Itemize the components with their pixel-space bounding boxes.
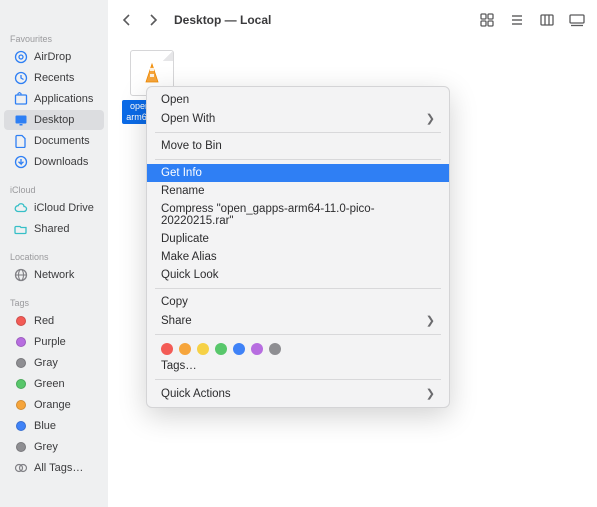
sidebar-item-label: Blue [34, 420, 56, 432]
tag-dot-icon [14, 314, 28, 328]
ctx-rename[interactable]: Rename [147, 182, 449, 200]
sidebar-item-label: Grey [34, 441, 58, 453]
tag-color-button[interactable] [251, 343, 263, 355]
sidebar-item-desktop[interactable]: Desktop [4, 110, 104, 130]
sidebar-item-label: Purple [34, 336, 66, 348]
separator [155, 159, 441, 160]
separator [155, 288, 441, 289]
ctx-copy[interactable]: Copy [147, 293, 449, 311]
ctx-quick-look[interactable]: Quick Look [147, 266, 449, 284]
tag-dot-icon [14, 335, 28, 349]
sidebar-item-purple[interactable]: Purple [4, 332, 104, 352]
ctx-quick-actions[interactable]: Quick Actions❯ [147, 384, 449, 403]
app-root: Favourites AirDrop Recents Applications Desk… [0, 0, 597, 507]
sidebar-item-icloud-drive[interactable]: iCloud Drive [4, 198, 104, 218]
sidebar-heading: Tags [0, 294, 108, 310]
sidebar-heading: Locations [0, 248, 108, 264]
sidebar-item-red[interactable]: Red [4, 311, 104, 331]
sidebar-item-airdrop[interactable]: AirDrop [4, 47, 104, 67]
sidebar-item-grey[interactable]: Grey [4, 437, 104, 457]
view-list-button[interactable] [507, 13, 527, 27]
sidebar-item-label: Desktop [34, 114, 74, 126]
back-button[interactable] [118, 13, 136, 27]
sidebar-item-label: iCloud Drive [34, 202, 94, 214]
view-gallery-button[interactable] [567, 13, 587, 27]
separator [155, 334, 441, 335]
ctx-duplicate[interactable]: Duplicate [147, 230, 449, 248]
tag-color-button[interactable] [269, 343, 281, 355]
tag-dot-icon [14, 419, 28, 433]
separator [155, 379, 441, 380]
sidebar-item-label: Network [34, 269, 74, 281]
sidebar-item-green[interactable]: Green [4, 374, 104, 394]
chevron-right-icon: ❯ [426, 314, 435, 327]
sidebar-item-documents[interactable]: Documents [4, 131, 104, 151]
tag-dot-icon [14, 398, 28, 412]
view-icons-button[interactable] [477, 13, 497, 27]
tag-color-button[interactable] [179, 343, 191, 355]
sidebar-item-blue[interactable]: Blue [4, 416, 104, 436]
sidebar-item-recents[interactable]: Recents [4, 68, 104, 88]
cloud-icon [14, 201, 28, 215]
downloads-icon [14, 155, 28, 169]
toolbar: Desktop — Local [108, 0, 597, 40]
sidebar-item-label: Red [34, 315, 54, 327]
tag-color-button[interactable] [233, 343, 245, 355]
view-switcher [477, 13, 587, 27]
sidebar-item-label: Green [34, 378, 65, 390]
sidebar-item-label: AirDrop [34, 51, 71, 63]
sidebar-item-all-tags-[interactable]: All Tags… [4, 458, 104, 478]
sidebar: Favourites AirDrop Recents Applications Desk… [0, 0, 108, 507]
tag-color-button[interactable] [215, 343, 227, 355]
sidebar-item-downloads[interactable]: Downloads [4, 152, 104, 172]
sidebar-item-network[interactable]: Network [4, 265, 104, 285]
forward-button[interactable] [144, 13, 162, 27]
separator [155, 132, 441, 133]
documents-icon [14, 134, 28, 148]
tag-color-button[interactable] [161, 343, 173, 355]
ctx-tag-row [147, 339, 449, 357]
sidebar-item-label: Documents [34, 135, 90, 147]
sidebar-item-label: Recents [34, 72, 74, 84]
sidebar-item-label: Applications [34, 93, 93, 105]
shared-icon [14, 222, 28, 236]
ctx-get-info[interactable]: Get Info [147, 164, 449, 182]
network-icon [14, 268, 28, 282]
tag-dot-icon [14, 356, 28, 370]
ctx-tags[interactable]: Tags… [147, 357, 449, 375]
ctx-open[interactable]: Open [147, 91, 449, 109]
sidebar-heading: iCloud [0, 181, 108, 197]
sidebar-item-label: Shared [34, 223, 69, 235]
airdrop-icon [14, 50, 28, 64]
sidebar-item-label: Orange [34, 399, 71, 411]
ctx-compress[interactable]: Compress "open_gapps-arm64-11.0-pico-202… [147, 200, 449, 230]
tag-dot-icon [14, 440, 28, 454]
sidebar-item-label: Gray [34, 357, 58, 369]
tag-dot-icon [14, 377, 28, 391]
sidebar-heading: Favourites [0, 30, 108, 46]
ctx-open-with[interactable]: Open With❯ [147, 109, 449, 128]
tag-color-button[interactable] [197, 343, 209, 355]
ctx-share[interactable]: Share❯ [147, 311, 449, 330]
alltags-icon [14, 461, 28, 475]
view-columns-button[interactable] [537, 13, 557, 27]
sidebar-item-label: Downloads [34, 156, 88, 168]
ctx-move-to-bin[interactable]: Move to Bin [147, 137, 449, 155]
sidebar-item-shared[interactable]: Shared [4, 219, 104, 239]
chevron-right-icon: ❯ [426, 387, 435, 400]
sidebar-item-applications[interactable]: Applications [4, 89, 104, 109]
sidebar-item-gray[interactable]: Gray [4, 353, 104, 373]
chevron-right-icon: ❯ [426, 112, 435, 125]
desktop-icon [14, 113, 28, 127]
ctx-make-alias[interactable]: Make Alias [147, 248, 449, 266]
sidebar-item-label: All Tags… [34, 462, 83, 474]
window-title: Desktop — Local [174, 13, 271, 27]
sidebar-item-orange[interactable]: Orange [4, 395, 104, 415]
clock-icon [14, 71, 28, 85]
context-menu: Open Open With❯ Move to Bin Get Info Ren… [146, 86, 450, 408]
apps-icon [14, 92, 28, 106]
